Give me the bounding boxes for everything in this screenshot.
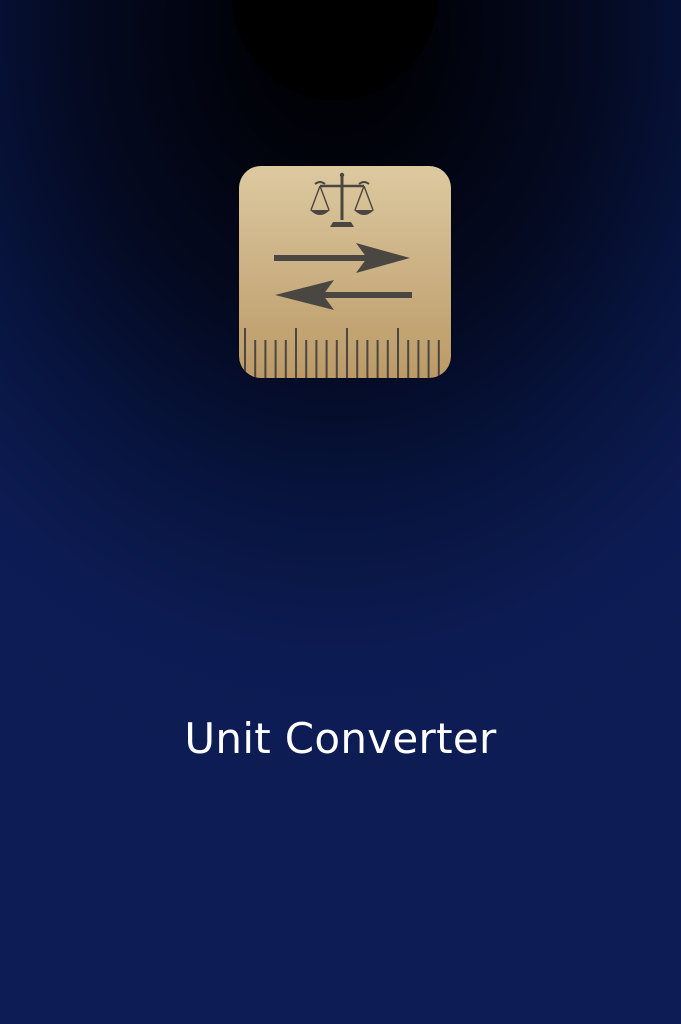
ruler-ticks xyxy=(244,328,440,378)
arrow-right-icon xyxy=(274,243,410,273)
arrow-left-icon xyxy=(275,280,412,310)
app-title: Unit Converter xyxy=(184,714,497,763)
app-icon xyxy=(239,166,451,378)
top-shadow-decoration xyxy=(232,0,438,100)
balance-scale-icon xyxy=(310,172,374,227)
